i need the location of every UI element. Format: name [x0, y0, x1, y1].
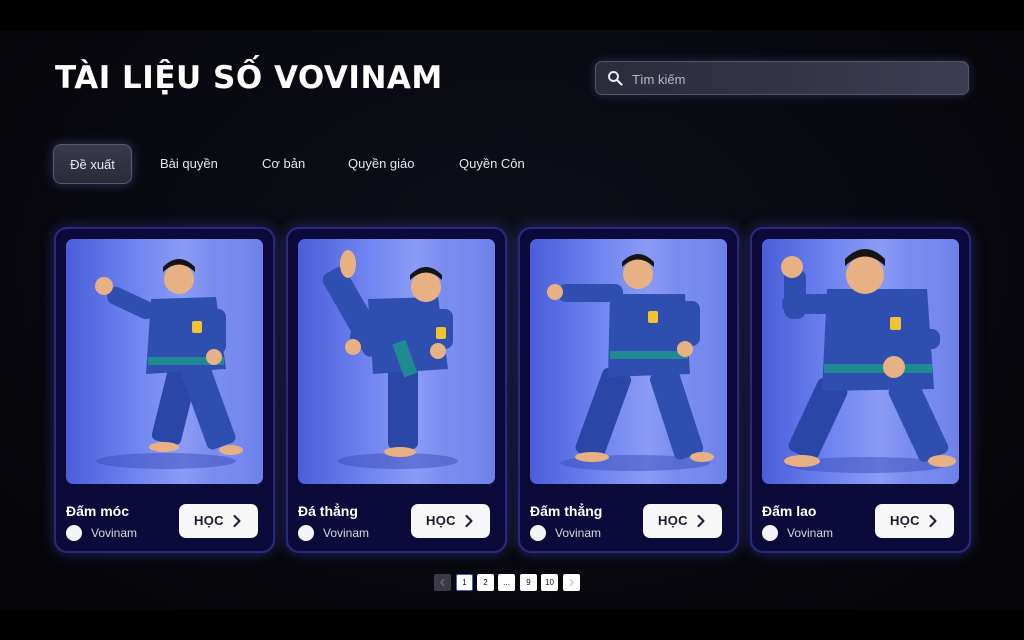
page-button[interactable]: 10 — [541, 574, 558, 591]
lesson-image — [762, 239, 959, 484]
tab-de-xuat[interactable]: Đề xuất — [53, 144, 132, 184]
tab-bai-quyen[interactable]: Bài quyền — [160, 144, 218, 184]
tab-quyen-giao[interactable]: Quyền giáo — [348, 144, 415, 184]
next-page-button[interactable] — [563, 574, 580, 591]
lesson-title: Đá thẳng — [298, 503, 358, 519]
learn-button[interactable]: HỌC — [411, 504, 490, 538]
chevron-right-icon — [465, 515, 473, 527]
author-avatar — [66, 525, 82, 541]
martial-artist-illustration — [322, 239, 495, 484]
lesson-author: Vovinam — [787, 526, 834, 540]
learn-button[interactable]: HỌC — [643, 504, 722, 538]
letterbox-bottom — [0, 610, 1024, 640]
martial-artist-illustration — [547, 239, 727, 484]
chevron-left-icon — [440, 578, 445, 587]
lesson-image — [298, 239, 495, 484]
learn-button-label: HỌC — [426, 513, 456, 528]
prev-page-button[interactable] — [434, 574, 451, 591]
letterbox-top — [0, 0, 1024, 30]
martial-artist-illustration — [781, 239, 959, 484]
learn-button-label: HỌC — [890, 513, 920, 528]
tab-co-ban[interactable]: Cơ bản — [262, 144, 305, 184]
chevron-right-icon — [569, 578, 574, 587]
learn-button-label: HỌC — [658, 513, 688, 528]
lesson-author: Vovinam — [91, 526, 138, 540]
page-title: TÀI LIỆU SỐ VOVINAM — [55, 60, 443, 96]
lesson-title: Đấm thẳng — [530, 503, 603, 519]
learn-button-label: HỌC — [194, 513, 224, 528]
learn-button[interactable]: HỌC — [875, 504, 954, 538]
chevron-right-icon — [697, 515, 705, 527]
lesson-title: Đấm lao — [762, 503, 817, 519]
learn-button[interactable]: HỌC — [179, 504, 258, 538]
author-avatar — [530, 525, 546, 541]
lesson-author: Vovinam — [323, 526, 370, 540]
lesson-card[interactable]: Đấm móc Vovinam HỌC — [54, 227, 275, 553]
search-bar[interactable] — [595, 61, 969, 96]
page-button[interactable]: 2 — [477, 574, 494, 591]
pagination: 1 2 ... 9 10 — [434, 574, 580, 591]
page-button[interactable]: 9 — [520, 574, 537, 591]
lesson-card[interactable]: Đấm lao Vovinam HỌC — [750, 227, 971, 553]
lesson-image — [530, 239, 727, 484]
page-ellipsis: ... — [498, 574, 515, 591]
lesson-title: Đấm móc — [66, 503, 130, 519]
author-avatar — [762, 525, 778, 541]
page-button[interactable]: 1 — [456, 574, 473, 591]
search-icon — [608, 71, 623, 86]
lesson-card[interactable]: Đấm thẳng Vovinam HỌC — [518, 227, 739, 553]
author-avatar — [298, 525, 314, 541]
lesson-image — [66, 239, 263, 484]
lesson-author: Vovinam — [555, 526, 602, 540]
search-input[interactable] — [630, 62, 954, 96]
lesson-card[interactable]: Đá thẳng Vovinam HỌC — [286, 227, 507, 553]
chevron-right-icon — [233, 515, 241, 527]
tab-quyen-con[interactable]: Quyền Côn — [459, 144, 525, 184]
martial-artist-illustration — [95, 239, 263, 484]
chevron-right-icon — [929, 515, 937, 527]
